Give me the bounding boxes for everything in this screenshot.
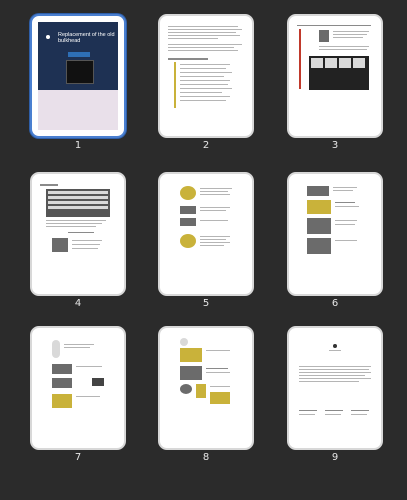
page-number-2: 2 (202, 140, 210, 151)
page-preview-1: Replacement of the old bulkhead (38, 22, 118, 130)
page-number-8: 8 (202, 452, 210, 463)
page-thumbnail-7[interactable] (30, 326, 126, 450)
page-preview-2 (166, 22, 246, 130)
page-thumbnail-6[interactable] (287, 172, 383, 296)
page-preview-8 (166, 334, 246, 442)
page-preview-7 (38, 334, 118, 442)
page-thumbnail-grid: Replacement of the old bulkhead 1 2 3 4 … (0, 0, 407, 500)
page-thumbnail-3[interactable] (287, 14, 383, 138)
logo-icon (46, 35, 50, 39)
cover-badge (68, 52, 90, 57)
page-preview-6 (295, 180, 375, 288)
page-number-3: 3 (331, 140, 339, 151)
cover-title-line-2: bulkhead (58, 38, 81, 44)
page-preview-3 (295, 22, 375, 130)
page-number-7: 7 (74, 452, 82, 463)
page-preview-9 (295, 334, 375, 442)
page-thumbnail-9[interactable] (287, 326, 383, 450)
cover-title: Replacement of the old bulkhead (58, 32, 115, 44)
page-number-4: 4 (74, 298, 82, 309)
page-thumbnail-4[interactable] (30, 172, 126, 296)
logo-icon (333, 344, 337, 348)
page-thumbnail-2[interactable] (158, 14, 254, 138)
page-number-5: 5 (202, 298, 210, 309)
page-thumbnail-1[interactable]: Replacement of the old bulkhead (30, 14, 126, 138)
server-image (66, 60, 94, 84)
cover-footer (38, 90, 118, 130)
page-preview-5 (166, 180, 246, 288)
page-number-9: 9 (331, 452, 339, 463)
page-thumbnail-5[interactable] (158, 172, 254, 296)
page-number-6: 6 (331, 298, 339, 309)
page-thumbnail-8[interactable] (158, 326, 254, 450)
page-preview-4 (38, 180, 118, 288)
page-number-1: 1 (74, 140, 82, 151)
